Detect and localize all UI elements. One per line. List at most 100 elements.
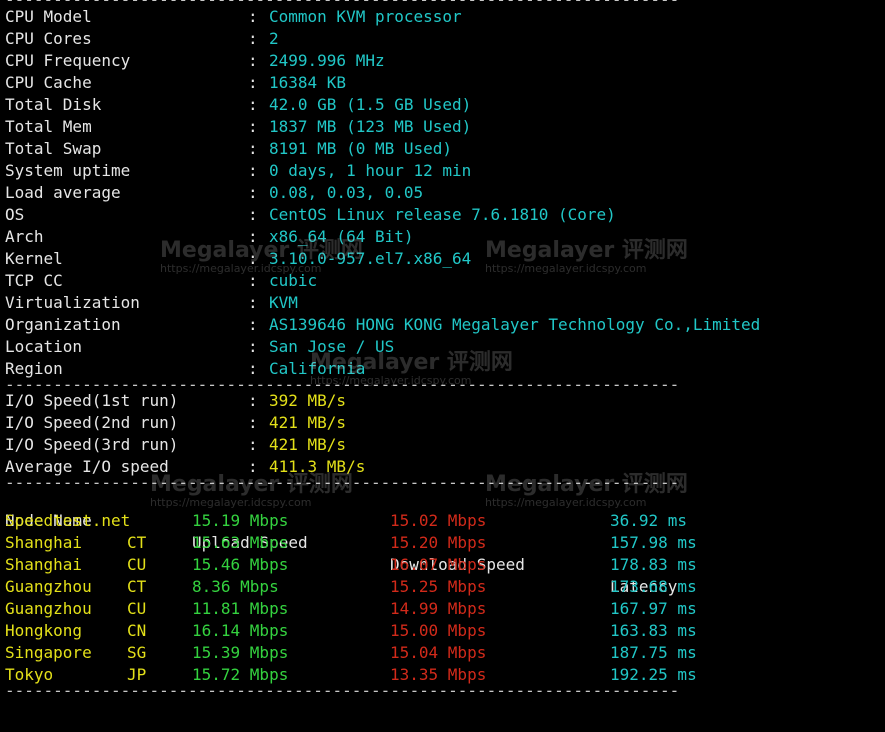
colon-separator: : — [248, 29, 258, 48]
upload-speed: 15.72 Mbps — [192, 665, 289, 684]
info-value: x86_64 (64 Bit) — [269, 227, 414, 246]
system-info-row: Region: California — [5, 358, 885, 380]
upload-speed: 8.36 Mbps — [192, 577, 279, 596]
info-label: CPU Cores — [5, 29, 92, 48]
node-isp: CT — [127, 533, 147, 552]
info-value: 1837 MB (123 MB Used) — [269, 117, 472, 136]
node-name: Singapore — [5, 643, 92, 662]
colon-separator: : — [248, 95, 258, 114]
info-value: 392 MB/s — [269, 391, 347, 410]
info-label: Total Swap — [5, 139, 102, 158]
latency: 187.75 ms — [610, 643, 697, 662]
info-value: 16384 KB — [269, 73, 347, 92]
separator: ----------------------------------------… — [5, 686, 680, 696]
io-speed-row: I/O Speed(1st run):392 MB/s — [5, 390, 885, 412]
info-value: 421 MB/s — [269, 435, 347, 454]
node-name: Shanghai — [5, 555, 83, 574]
colon-separator: : — [248, 457, 258, 476]
system-info-row: Virtualization: KVM — [5, 292, 885, 314]
system-info-row: CPU Cores:2 — [5, 28, 885, 50]
download-speed: 15.02 Mbps — [390, 511, 487, 530]
info-value: AS139646 HONG KONG Megalayer Technology … — [269, 315, 761, 334]
speedtest-row: Guangzhou CT 8.36 Mbps 15.25 Mbps 173.68 ms — [5, 576, 885, 598]
node-isp: SG — [127, 643, 147, 662]
info-value: California — [269, 359, 366, 378]
colon-separator: : — [248, 139, 258, 158]
io-speed-block: I/O Speed(1st run):392 MB/s I/O Speed(2nd… — [5, 390, 885, 478]
colon-separator: : — [248, 161, 258, 180]
speedtest-row: Guangzhou CU 11.81 Mbps 14.99 Mbps 167.97 ms — [5, 598, 885, 620]
separator: ----------------------------------------… — [5, 380, 680, 390]
info-value: KVM — [269, 293, 298, 312]
colon-separator: : — [248, 51, 258, 70]
system-info-row: Total Disk:42.0 GB (1.5 GB Used) — [5, 94, 885, 116]
info-value: 411.3 MB/s — [269, 457, 366, 476]
download-speed: 13.35 Mbps — [390, 665, 487, 684]
info-label: OS — [5, 205, 25, 224]
info-value: CentOS Linux release 7.6.1810 (Core) — [269, 205, 616, 224]
info-label: I/O Speed(3rd run) — [5, 435, 179, 454]
colon-separator: : — [248, 249, 258, 268]
io-speed-row: I/O Speed(2nd run):421 MB/s — [5, 412, 885, 434]
node-isp: CU — [127, 599, 147, 618]
speedtest-header-row: Node Name Upload Speed Download Speed La… — [5, 488, 885, 596]
info-label: Organization — [5, 315, 121, 334]
colon-separator: : — [248, 227, 258, 246]
info-value: 42.0 GB (1.5 GB Used) — [269, 95, 472, 114]
info-value: San Jose / US — [269, 337, 395, 356]
system-info-row: TCP CC: cubic — [5, 270, 885, 292]
colon-separator: : — [248, 413, 258, 432]
system-info-row: OS: CentOS Linux release 7.6.1810 (Core) — [5, 204, 885, 226]
system-info-row: Load average:0.08, 0.03, 0.05 — [5, 182, 885, 204]
download-speed: 14.99 Mbps — [390, 599, 487, 618]
colon-separator: : — [248, 271, 258, 290]
info-label: Region — [5, 359, 63, 378]
colon-separator: : — [248, 73, 258, 92]
latency: 167.97 ms — [610, 599, 697, 618]
info-label: I/O Speed(2nd run) — [5, 413, 179, 432]
speedtest-row: Tokyo JP 15.72 Mbps 13.35 Mbps 192.25 ms — [5, 664, 885, 686]
io-speed-row: Average I/O speed:411.3 MB/s — [5, 456, 885, 478]
download-speed: 15.00 Mbps — [390, 621, 487, 640]
separator: ----------------------------------------… — [5, 478, 680, 488]
info-value: 8191 MB (0 MB Used) — [269, 139, 453, 158]
info-label: CPU Frequency — [5, 51, 131, 70]
system-info-row: System uptime:0 days, 1 hour 12 min — [5, 160, 885, 182]
info-label: Load average — [5, 183, 121, 202]
latency: 36.92 ms — [610, 511, 688, 530]
system-info-row: Arch: x86_64 (64 Bit) — [5, 226, 885, 248]
info-label: I/O Speed(1st run) — [5, 391, 179, 410]
info-value: 3.10.0-957.el7.x86_64 — [269, 249, 472, 268]
node-name: Shanghai — [5, 533, 83, 552]
colon-separator: : — [248, 7, 258, 26]
download-speed: 15.20 Mbps — [390, 533, 487, 552]
upload-speed: 15.63 Mbps — [192, 533, 289, 552]
colon-separator: : — [248, 359, 258, 378]
colon-separator: : — [248, 315, 258, 334]
download-speed: 16.07 Mbps — [390, 555, 487, 574]
info-value: 421 MB/s — [269, 413, 347, 432]
info-value: 2 — [269, 29, 279, 48]
info-label: Arch — [5, 227, 44, 246]
speedtest-row: Shanghai CU 15.46 Mbps 16.07 Mbps 178.83 ms — [5, 554, 885, 576]
node-isp: JP — [127, 665, 147, 684]
upload-speed: 15.46 Mbps — [192, 555, 289, 574]
node-name: Speedtest.net — [5, 511, 131, 530]
latency: 178.83 ms — [610, 555, 697, 574]
info-value: 0.08, 0.03, 0.05 — [269, 183, 424, 202]
latency: 163.83 ms — [610, 621, 697, 640]
terminal-output: ----------------------------------------… — [5, 0, 885, 696]
info-label: Total Disk — [5, 95, 102, 114]
latency: 173.68 ms — [610, 577, 697, 596]
upload-speed: 16.14 Mbps — [192, 621, 289, 640]
io-speed-row: I/O Speed(3rd run):421 MB/s — [5, 434, 885, 456]
system-info-row: Total Swap:8191 MB (0 MB Used) — [5, 138, 885, 160]
system-info-row: Kernel:3.10.0-957.el7.x86_64 — [5, 248, 885, 270]
system-info-row: Total Mem:1837 MB (123 MB Used) — [5, 116, 885, 138]
info-label: CPU Cache — [5, 73, 92, 92]
node-name: Guangzhou — [5, 599, 92, 618]
node-isp: CT — [127, 577, 147, 596]
upload-speed: 15.39 Mbps — [192, 643, 289, 662]
download-speed: 15.25 Mbps — [390, 577, 487, 596]
info-value: 2499.996 MHz — [269, 51, 385, 70]
